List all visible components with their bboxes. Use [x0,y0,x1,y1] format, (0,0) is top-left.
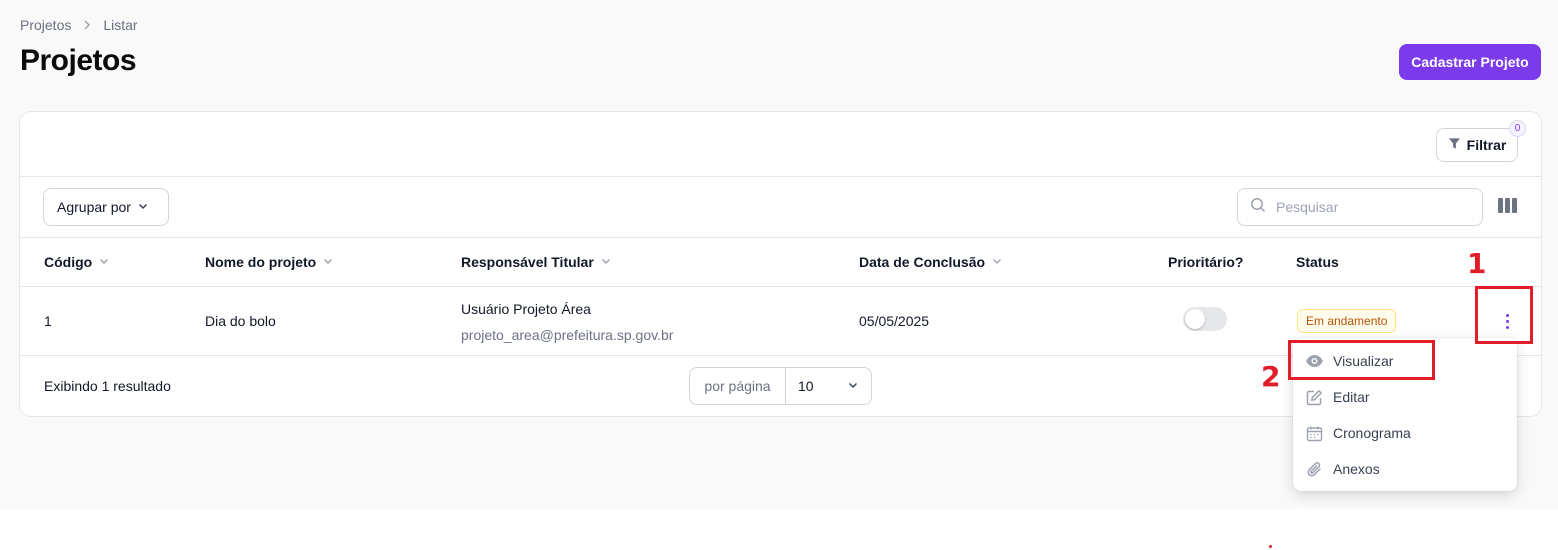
annotation-mark [1269,545,1272,548]
prioritario-toggle[interactable] [1183,307,1227,331]
menu-item-label: Editar [1333,389,1370,405]
chevron-down-icon [137,199,149,215]
group-by-label: Agrupar por [57,199,131,215]
menu-item-anexos[interactable]: Anexos [1305,457,1380,481]
cell-codigo: 1 [44,313,52,329]
annotation-number-step2: 2 [1261,360,1281,393]
column-header-responsavel[interactable]: Responsável Titular [461,254,612,270]
search-input[interactable] [1276,199,1456,215]
chevron-down-icon [98,254,110,270]
chevron-down-icon [600,254,612,270]
column-header-nome[interactable]: Nome do projeto [205,254,334,270]
annotation-box-step2 [1288,340,1435,380]
menu-item-label: Anexos [1333,461,1380,477]
cell-nome: Dia do bolo [205,313,276,329]
column-header-prioritario: Prioritário? [1168,254,1244,270]
chevron-down-icon [847,378,859,394]
column-label: Código [44,254,93,270]
page-title: Projetos [20,44,137,77]
menu-item-editar[interactable]: Editar [1305,385,1370,409]
columns-toggle-button[interactable] [1497,198,1517,216]
chevron-down-icon [322,254,334,270]
breadcrumb-item-projetos[interactable]: Projetos [20,17,71,33]
breadcrumb: Projetos Listar [20,17,138,33]
column-header-codigo[interactable]: Código [44,254,110,270]
per-page-select[interactable]: por página 10 [689,367,872,405]
calendar-icon [1305,424,1324,443]
chevron-right-icon [81,19,93,31]
menu-item-label: Cronograma [1333,425,1411,441]
cell-responsavel-nome: Usuário Projeto Área [461,301,591,317]
annotation-number-step1: 1 [1467,247,1487,280]
per-page-value[interactable]: 10 [786,368,871,404]
annotation-box-step1 [1475,286,1533,344]
filter-count-badge: 0 [1509,120,1526,137]
divider [20,286,1541,287]
toggle-knob [1185,309,1205,329]
cadastrar-projeto-button[interactable]: Cadastrar Projeto [1399,44,1541,80]
search-field [1237,188,1483,226]
group-by-button[interactable]: Agrupar por [43,188,169,226]
breadcrumb-item-listar: Listar [103,17,138,33]
search-icon [1250,197,1266,218]
columns-icon [1497,198,1517,216]
column-header-data-conclusao[interactable]: Data de Conclusão [859,254,1003,270]
cell-data-conclusao: 05/05/2025 [859,313,930,329]
filter-button[interactable]: Filtrar [1436,128,1518,162]
results-count: Exibindo 1 resultado [44,378,171,394]
divider [20,176,1541,177]
pencil-square-icon [1305,388,1324,407]
paperclip-icon [1305,460,1324,479]
cell-responsavel-email: projeto_area@prefeitura.sp.gov.br [461,327,674,343]
per-page-label: por página [690,368,786,404]
filter-label: Filtrar [1466,137,1507,153]
chevron-down-icon [991,254,1003,270]
column-label: Data de Conclusão [859,254,986,270]
menu-item-cronograma[interactable]: Cronograma [1305,421,1411,445]
filter-icon [1448,137,1461,153]
column-header-status: Status [1296,254,1339,270]
column-label: Responsável Titular [461,254,594,270]
divider [20,237,1541,238]
status-badge: Em andamento [1297,309,1397,333]
column-label: Nome do projeto [205,254,317,270]
per-page-value-text: 10 [798,378,814,394]
